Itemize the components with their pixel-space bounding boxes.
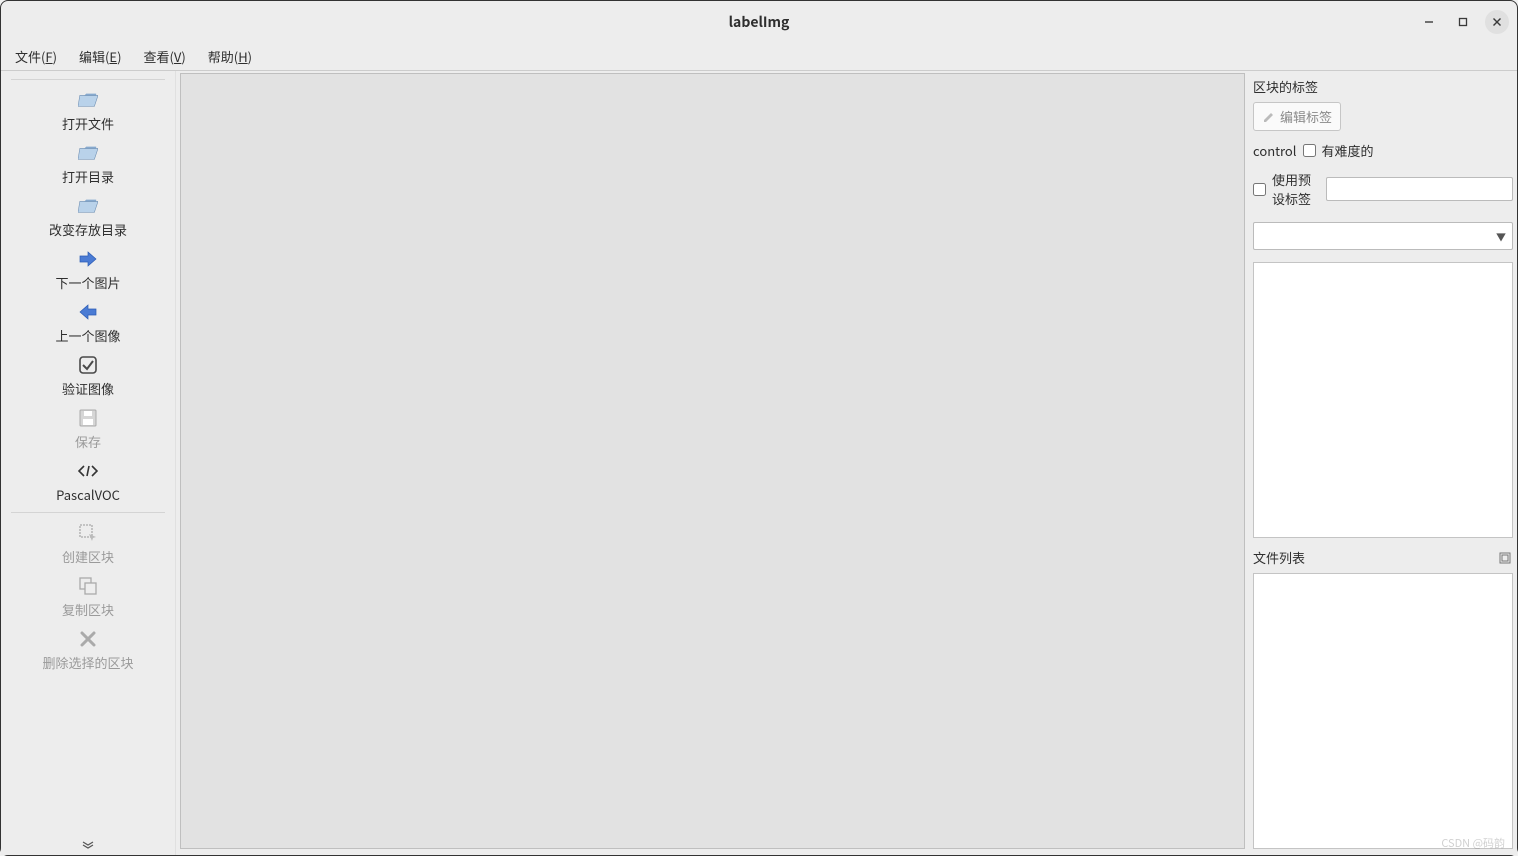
use-default-label-checkbox[interactable] (1253, 183, 1266, 196)
edit-label-text: 编辑标签 (1280, 107, 1332, 126)
toolbar-expand-icon[interactable] (81, 841, 95, 849)
left-toolbar: 打开文件 打开目录 改变存放目录 下一个图片 (1, 71, 176, 855)
content-area: 打开文件 打开目录 改变存放目录 下一个图片 (1, 71, 1517, 855)
next-image-label: 下一个图片 (55, 273, 120, 292)
menu-edit[interactable]: 编辑(E) (75, 45, 125, 68)
toolbar-separator (11, 512, 164, 513)
open-dir-button[interactable]: 打开目录 (1, 137, 175, 190)
toolbar-separator (11, 79, 164, 80)
next-image-button[interactable]: 下一个图片 (1, 243, 175, 296)
label-dropdown[interactable]: ▼ (1253, 222, 1513, 250)
copy-icon (78, 576, 98, 596)
open-file-label: 打开文件 (62, 114, 114, 133)
menu-view[interactable]: 查看(V) (139, 45, 189, 68)
edit-label-button: 编辑标签 (1253, 102, 1341, 131)
close-button[interactable] (1485, 10, 1509, 34)
chevron-down-icon: ▼ (1496, 229, 1506, 244)
arrow-right-icon (78, 249, 98, 269)
check-icon (78, 355, 98, 375)
box-labels-title: 区块的标签 (1253, 75, 1513, 98)
delete-box-label: 删除选择的区块 (42, 653, 133, 672)
right-panel: 区块的标签 编辑标签 control 有难度的 使用预设标签 ▼ (1249, 71, 1517, 855)
create-box-button: 创建区块 (1, 517, 175, 570)
prev-image-button[interactable]: 上一个图像 (1, 296, 175, 349)
file-list-title: 文件列表 (1253, 546, 1305, 569)
canvas[interactable] (180, 73, 1245, 849)
create-box-label: 创建区块 (62, 547, 114, 566)
format-button[interactable]: PascalVOC (1, 455, 175, 508)
arrow-left-icon (78, 302, 98, 322)
duplicate-box-button: 复制区块 (1, 570, 175, 623)
change-save-dir-button[interactable]: 改变存放目录 (1, 190, 175, 243)
default-label-row: 使用预设标签 (1253, 170, 1513, 208)
open-dir-label: 打开目录 (62, 167, 114, 186)
default-label-input[interactable] (1326, 177, 1513, 201)
undock-icon[interactable] (1499, 552, 1511, 564)
x-icon (78, 629, 98, 649)
app-window: labelImg 文件(F) 编辑(E) 查看(V) 帮助(H) (0, 0, 1518, 856)
edit-icon (1262, 110, 1276, 124)
prev-image-label: 上一个图像 (55, 326, 120, 345)
file-list[interactable] (1253, 573, 1513, 849)
difficult-label: 有难度的 (1322, 141, 1374, 160)
menu-help[interactable]: 帮助(H) (204, 45, 256, 68)
save-icon (78, 408, 98, 428)
difficult-checkbox[interactable] (1303, 144, 1316, 157)
format-label: PascalVOC (56, 485, 120, 504)
window-title: labelImg (729, 12, 790, 32)
file-list-header: 文件列表 (1253, 546, 1513, 569)
difficult-row: control 有难度的 (1253, 141, 1513, 160)
rect-cursor-icon (78, 523, 98, 543)
delete-box-button: 删除选择的区块 (1, 623, 175, 676)
menu-file[interactable]: 文件(F) (11, 45, 61, 68)
open-file-button[interactable]: 打开文件 (1, 84, 175, 137)
titlebar: labelImg (1, 1, 1517, 43)
menubar: 文件(F) 编辑(E) 查看(V) 帮助(H) (1, 43, 1517, 71)
duplicate-box-label: 复制区块 (62, 600, 114, 619)
verify-image-label: 验证图像 (62, 379, 114, 398)
verify-image-button[interactable]: 验证图像 (1, 349, 175, 402)
folder-icon (78, 143, 98, 163)
minimize-button[interactable] (1417, 10, 1441, 34)
folder-icon (78, 196, 98, 216)
label-list[interactable] (1253, 262, 1513, 538)
change-save-dir-label: 改变存放目录 (49, 220, 127, 239)
maximize-button[interactable] (1451, 10, 1475, 34)
save-label: 保存 (75, 432, 101, 451)
save-button: 保存 (1, 402, 175, 455)
use-default-label-text: 使用预设标签 (1272, 170, 1320, 208)
folder-icon (78, 90, 98, 110)
window-controls (1417, 10, 1509, 34)
code-icon (78, 461, 98, 481)
